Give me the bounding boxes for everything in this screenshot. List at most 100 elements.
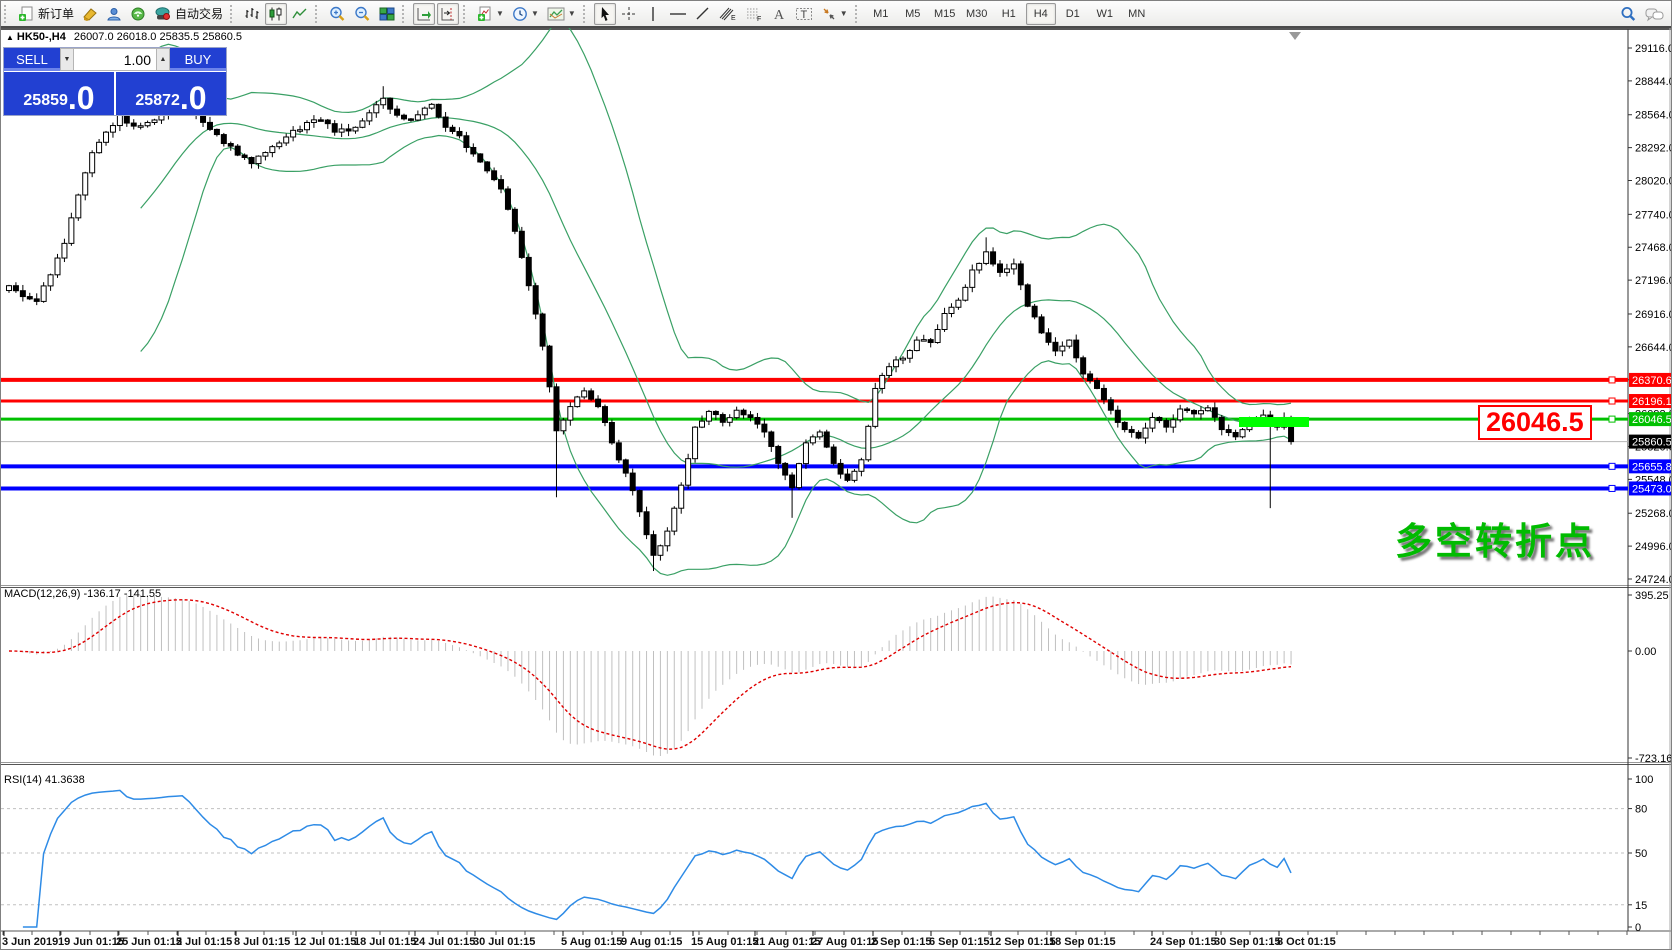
volume-decrease-button[interactable]: ▼ (60, 48, 74, 71)
time-axis[interactable]: 3 Jun 201919 Jun 01:1525 Jun 01:152 Jul … (2, 931, 1627, 948)
chart-symbol-header[interactable]: ▲HK50-,H426007.0 26018.0 25835.5 25860.5 (6, 31, 242, 43)
chinese-annotation-text[interactable]: 多空转折点 (1395, 511, 1595, 565)
collapse-arrow-icon[interactable]: ▲ (6, 33, 14, 42)
auto-scroll-icon (416, 6, 432, 22)
svg-text:24 Jul 01:15: 24 Jul 01:15 (413, 936, 475, 948)
zoom-out-button[interactable] (351, 3, 374, 25)
toolbar-grip[interactable] (463, 5, 470, 23)
line-chart-button[interactable] (289, 3, 311, 25)
toolbar-grip[interactable] (583, 5, 590, 23)
svg-text:25 Jun 01:15: 25 Jun 01:15 (116, 936, 182, 948)
sell-price-display[interactable]: 25859.0 (4, 72, 116, 115)
svg-text:27 Aug 01:15: 27 Aug 01:15 (811, 936, 878, 948)
text-button[interactable]: A (768, 3, 790, 25)
signals-button[interactable] (127, 3, 149, 25)
zoom-in-button[interactable] (326, 3, 349, 25)
price-chart[interactable]: 29116.028844.028564.028292.028020.027740… (1, 28, 1672, 950)
zoom-in-icon (329, 6, 346, 22)
search-button[interactable] (1617, 3, 1640, 25)
trendline-button[interactable] (692, 3, 714, 25)
horizontal-level-lines (1, 377, 1628, 492)
svg-text:28292.0: 28292.0 (1635, 143, 1672, 155)
buy-price-display[interactable]: 25872.0 (116, 72, 226, 115)
svg-text:24 Sep 01:15: 24 Sep 01:15 (1150, 936, 1217, 948)
buy-price-main: 25872 (135, 93, 180, 109)
toolbar-grip[interactable] (4, 5, 11, 23)
line-chart-icon (292, 6, 308, 22)
dropdown-caret-icon: ▼ (496, 9, 504, 18)
tile-windows-icon (379, 6, 395, 22)
cursor-button[interactable] (594, 3, 616, 25)
svg-text:T: T (800, 9, 807, 21)
volume-input[interactable]: 1.00 (74, 48, 156, 71)
equidistant-channel-button[interactable]: E (716, 3, 740, 25)
sell-button[interactable]: SELL (4, 48, 60, 71)
bar-chart-button[interactable] (241, 3, 263, 25)
bar-chart-icon (244, 6, 260, 22)
timeframe-d1-button[interactable]: D1 (1058, 3, 1088, 25)
timeframe-m30-button[interactable]: M30 (962, 3, 992, 25)
horizontal-line-button[interactable] (666, 3, 690, 25)
timeframe-h1-button[interactable]: H1 (994, 3, 1024, 25)
metaeditor-button[interactable] (79, 3, 101, 25)
toolbar-grip[interactable] (315, 5, 322, 23)
autotrading-button[interactable]: 自动交易 (151, 3, 226, 25)
profile-button[interactable] (103, 3, 125, 25)
svg-text:27740.0: 27740.0 (1635, 209, 1672, 221)
new-order-button[interactable]: 新订单 (15, 3, 77, 25)
templates-button[interactable]: ▼ (544, 3, 579, 25)
timeframe-m15-button[interactable]: M15 (930, 3, 960, 25)
price-level-callout[interactable]: 26046.5 (1478, 405, 1592, 440)
autotrading-icon (154, 6, 171, 22)
volume-increase-button[interactable]: ▲ (156, 48, 170, 71)
candlestick-chart-icon (268, 6, 284, 22)
scroll-end-marker (1289, 32, 1301, 40)
vertical-line-icon (648, 6, 658, 22)
timeframe-h4-button[interactable]: H4 (1026, 3, 1056, 25)
timeframe-w1-button[interactable]: W1 (1090, 3, 1120, 25)
svg-text:28564.0: 28564.0 (1635, 110, 1672, 122)
svg-text:6 Sep 01:15: 6 Sep 01:15 (929, 936, 990, 948)
svg-text:27468.0: 27468.0 (1635, 242, 1672, 254)
buy-price-frac: .0 (180, 85, 207, 112)
timeframe-m5-button[interactable]: M5 (898, 3, 928, 25)
toolbar-grip[interactable] (855, 5, 862, 23)
svg-text:18 Sep 01:15: 18 Sep 01:15 (1049, 936, 1116, 948)
auto-scroll-button[interactable] (413, 3, 435, 25)
chart-window: 29116.028844.028564.028292.028020.027740… (1, 28, 1672, 950)
svg-text:12 Sep 01:15: 12 Sep 01:15 (989, 936, 1056, 948)
timeframe-m1-button[interactable]: M1 (866, 3, 896, 25)
sell-price-frac: .0 (68, 85, 95, 112)
svg-text:25473.0: 25473.0 (1632, 483, 1672, 495)
toolbar-grip[interactable] (402, 5, 409, 23)
indicators-button[interactable]: ▼ (474, 3, 507, 25)
fibonacci-button[interactable]: F (742, 3, 766, 25)
chart-shift-button[interactable] (437, 3, 459, 25)
svg-text:15: 15 (1635, 900, 1647, 912)
svg-text:3 Jun 2019: 3 Jun 2019 (2, 936, 58, 948)
ohlc-values: 26007.0 26018.0 25835.5 25860.5 (74, 31, 242, 43)
svg-text:24996.0: 24996.0 (1635, 541, 1672, 553)
profile-icon (106, 6, 122, 22)
svg-text:30 Sep 01:15: 30 Sep 01:15 (1214, 936, 1281, 948)
svg-text:26916.0: 26916.0 (1635, 309, 1672, 321)
chat-button[interactable] (1642, 3, 1667, 25)
templates-icon (547, 6, 565, 22)
svg-text:100: 100 (1635, 774, 1653, 786)
toolbar-grip[interactable] (230, 5, 237, 23)
vertical-line-button[interactable] (642, 3, 664, 25)
price-axis: 29116.028844.028564.028292.028020.027740… (1628, 43, 1672, 586)
svg-text:50: 50 (1635, 848, 1647, 860)
periods-button[interactable]: ▼ (509, 3, 542, 25)
timeframe-mn-button[interactable]: MN (1122, 3, 1152, 25)
crosshair-button[interactable] (618, 3, 640, 25)
tile-windows-button[interactable] (376, 3, 398, 25)
candlestick-chart-button[interactable] (265, 3, 287, 25)
sell-price-main: 25859 (23, 93, 68, 109)
svg-text:9 Aug 01:15: 9 Aug 01:15 (621, 936, 682, 948)
text-label-button[interactable]: T (792, 3, 816, 25)
svg-text:2 Sep 01:15: 2 Sep 01:15 (871, 936, 932, 948)
new-order-label: 新订单 (38, 5, 74, 22)
arrows-button[interactable]: ▼ (818, 3, 851, 25)
buy-button[interactable]: BUY (170, 48, 226, 71)
